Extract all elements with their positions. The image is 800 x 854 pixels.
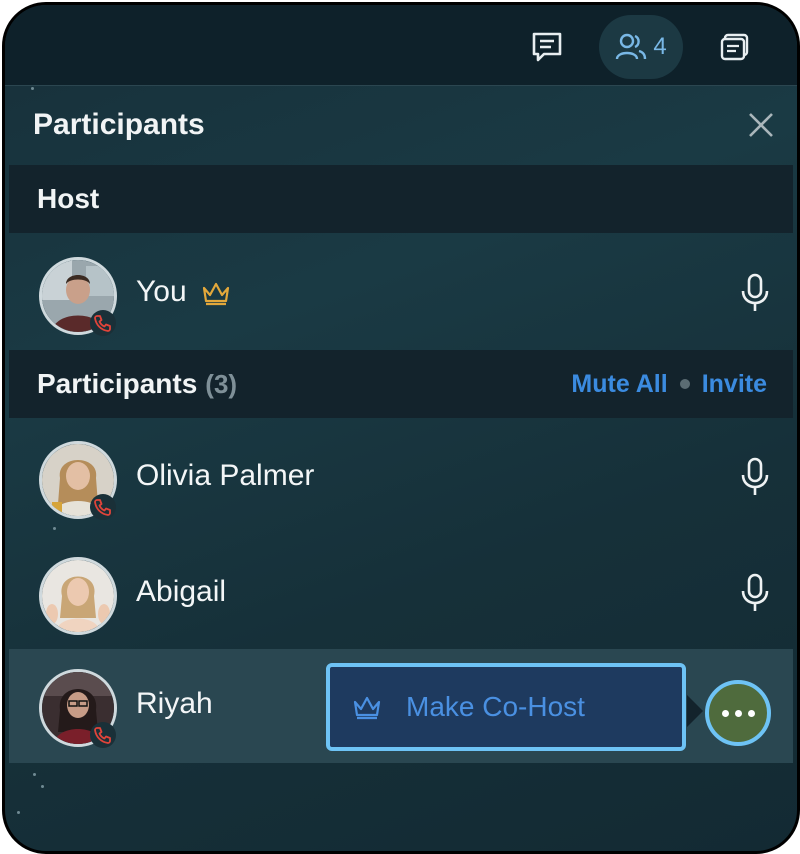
participants-count: (3): [205, 369, 238, 399]
make-cohost-menu-item[interactable]: Make Co-Host: [326, 663, 686, 751]
phone-icon: [90, 494, 116, 520]
host-section-label: Host: [37, 183, 100, 214]
participant-name: Riyah: [136, 687, 213, 720]
crown-icon: [202, 282, 230, 306]
participants-section-label: Participants (3): [37, 368, 237, 400]
background-speck: [33, 773, 36, 776]
mic-icon[interactable]: [739, 457, 771, 497]
background-speck: [31, 87, 34, 90]
people-icon: [616, 33, 647, 60]
host-name: You: [136, 275, 187, 308]
close-icon: [749, 113, 773, 137]
separator-dot: [679, 379, 690, 389]
participants-window: 4 Participants Host You Participants (3)…: [2, 2, 800, 854]
mic-icon[interactable]: [739, 573, 771, 613]
mic-icon[interactable]: [739, 273, 771, 313]
make-cohost-label: Make Co-Host: [406, 691, 585, 722]
panel-title: Participants: [33, 108, 205, 141]
chat-icon: [532, 32, 562, 62]
more-icon-dot: [734, 709, 742, 717]
participant-name: Abigail: [136, 575, 227, 608]
background-speck: [41, 785, 44, 788]
top-bar: 4: [5, 5, 797, 86]
avatar: [39, 557, 117, 635]
phone-icon: [90, 722, 116, 748]
section-actions: Mute All Invite: [571, 350, 767, 418]
close-button[interactable]: [741, 105, 781, 145]
invite-link[interactable]: Invite: [702, 370, 767, 399]
phone-icon: [90, 310, 116, 336]
participant-name: You: [136, 275, 231, 309]
participants-label-text: Participants: [37, 368, 198, 399]
crown-icon: [353, 696, 381, 720]
participant-row[interactable]: Abigail: [9, 537, 793, 649]
background-speck: [53, 527, 56, 530]
participants-toggle-button[interactable]: 4: [599, 15, 683, 79]
participant-count-badge: 4: [653, 33, 667, 60]
menu-pointer: [687, 695, 703, 727]
chat-button[interactable]: [515, 15, 579, 79]
host-row[interactable]: You: [9, 237, 793, 349]
background-speck: [17, 811, 20, 814]
participant-name: Olivia Palmer: [136, 459, 315, 492]
layers-button[interactable]: [703, 15, 767, 79]
mute-all-link[interactable]: Mute All: [571, 370, 667, 399]
more-icon-dot: [747, 709, 755, 717]
host-section-header: Host: [9, 165, 793, 233]
more-options-button[interactable]: [705, 680, 771, 746]
participant-row[interactable]: Olivia Palmer: [9, 421, 793, 533]
layers-icon: [720, 33, 749, 61]
more-icon: [721, 709, 729, 717]
participants-section-header: Participants (3) Mute All Invite: [9, 350, 793, 418]
